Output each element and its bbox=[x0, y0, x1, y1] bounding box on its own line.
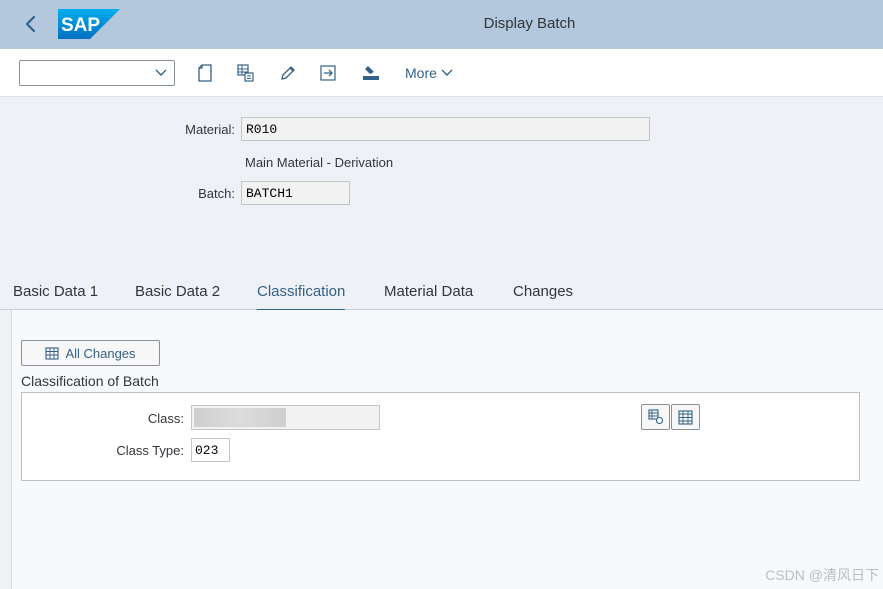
all-changes-label: All Changes bbox=[65, 345, 136, 361]
table-icon bbox=[45, 346, 59, 360]
page-title: Display Batch bbox=[483, 15, 576, 32]
command-select[interactable] bbox=[19, 60, 175, 86]
tab-changes[interactable]: Changes bbox=[513, 283, 573, 300]
chevron-down-icon bbox=[441, 69, 453, 76]
all-changes-button[interactable]: All Changes bbox=[21, 340, 160, 366]
classification-group bbox=[21, 392, 860, 481]
export-icon bbox=[320, 65, 336, 81]
tab-bar: Basic Data 1 Basic Data 2 Classification… bbox=[0, 276, 883, 311]
material-description: Main Material - Derivation bbox=[245, 155, 394, 170]
batch-field[interactable]: BATCH1 bbox=[241, 181, 350, 205]
table-settings-button[interactable] bbox=[235, 62, 257, 84]
class-type-label: Class Type: bbox=[116, 443, 184, 458]
class-type-field[interactable]: 023 bbox=[191, 438, 230, 462]
watermark: CSDN @清风日下 bbox=[765, 567, 879, 583]
grid-icon bbox=[678, 409, 693, 425]
redacted-value bbox=[194, 408, 286, 427]
table-settings-icon bbox=[647, 409, 663, 425]
tab-classification[interactable]: Classification bbox=[257, 283, 346, 311]
more-label: More bbox=[405, 65, 437, 81]
shell-header: SAP Display Batch bbox=[0, 0, 883, 49]
material-field[interactable]: R010 bbox=[241, 117, 650, 141]
upload-icon bbox=[363, 66, 379, 80]
class-field[interactable] bbox=[191, 405, 380, 430]
document-icon bbox=[198, 64, 212, 82]
chevron-down-icon bbox=[155, 69, 167, 76]
tab-basic-data-2[interactable]: Basic Data 2 bbox=[135, 283, 220, 300]
table-settings-button[interactable] bbox=[641, 404, 670, 430]
document-button[interactable] bbox=[194, 62, 216, 84]
tab-material-data[interactable]: Material Data bbox=[384, 283, 473, 300]
grid-view-button[interactable] bbox=[671, 404, 700, 430]
class-label: Class: bbox=[147, 411, 184, 426]
section-title: Classification of Batch bbox=[21, 373, 159, 389]
export-button[interactable] bbox=[318, 62, 340, 84]
material-label: Material: bbox=[185, 122, 235, 137]
pencil-icon bbox=[281, 66, 295, 80]
table-settings-icon bbox=[237, 64, 254, 82]
more-button[interactable]: More bbox=[405, 65, 453, 81]
edit-button[interactable] bbox=[277, 62, 299, 84]
batch-label: Batch: bbox=[198, 186, 235, 201]
toolbar: More bbox=[0, 49, 883, 97]
tab-basic-data-1[interactable]: Basic Data 1 bbox=[13, 283, 98, 300]
upload-button[interactable] bbox=[360, 62, 382, 84]
